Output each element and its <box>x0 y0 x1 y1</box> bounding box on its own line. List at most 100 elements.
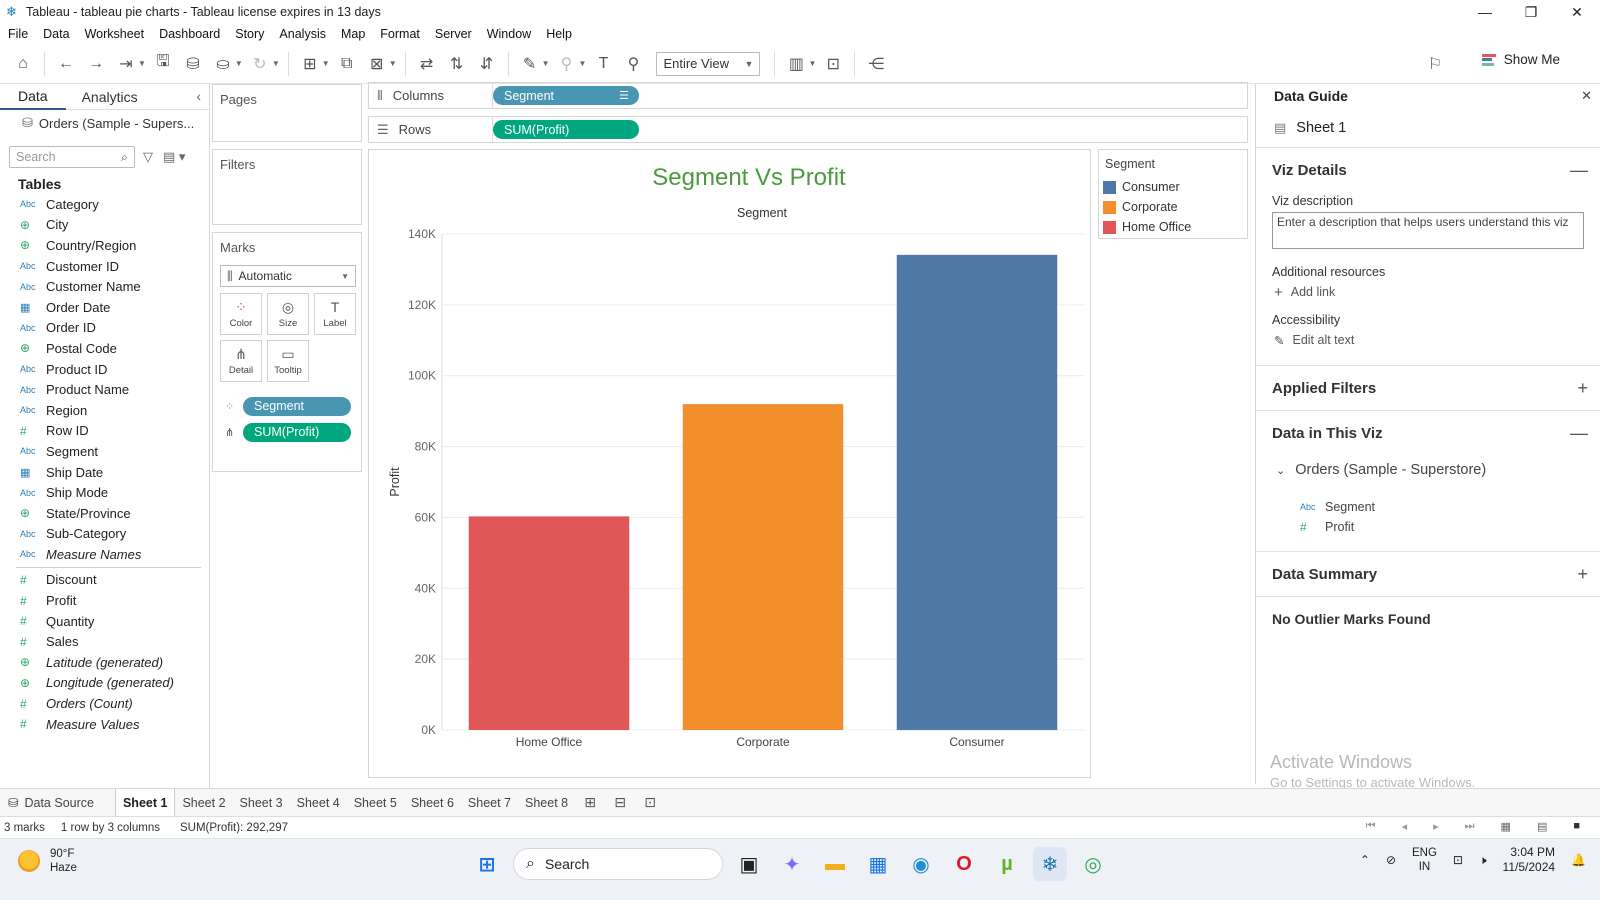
add-link-button[interactable]: + Add link <box>1256 279 1600 305</box>
minimize-icon[interactable]: — <box>1462 0 1508 24</box>
rows-shelf[interactable]: ☰ Rows SUM(Profit) <box>368 116 1248 143</box>
columns-shelf[interactable]: ⦀ Columns Segment ☰ <box>368 82 1248 109</box>
redo-icon[interactable]: → <box>83 51 109 77</box>
legend-item[interactable]: Home Office <box>1099 217 1247 237</box>
field-item[interactable]: # Sales <box>0 631 209 652</box>
field-item[interactable]: # Row ID <box>0 421 209 442</box>
refresh-icon[interactable]: ↻ <box>247 51 273 77</box>
field-item[interactable]: Abc Order ID <box>0 318 209 339</box>
field-item[interactable]: ⊕ State/Province <box>0 503 209 524</box>
show-me-button[interactable]: Show Me <box>1481 52 1560 67</box>
field-item[interactable]: Abc Measure Names <box>0 544 209 565</box>
data-in-viz-header[interactable]: Data in This Viz — <box>1256 411 1600 455</box>
network-icon[interactable]: ⊘ <box>1386 853 1396 867</box>
viz-details-header[interactable]: Viz Details — <box>1256 148 1600 192</box>
new-worksheet-icon[interactable]: ⊞ <box>575 789 605 817</box>
field-item[interactable]: Abc Product Name <box>0 379 209 400</box>
pause-updates-icon[interactable]: ⛀ <box>210 51 236 77</box>
field-item[interactable]: # Measure Values <box>0 714 209 735</box>
fix-axes-icon[interactable]: ⚲ <box>620 51 646 77</box>
dropdown-arrow-icon[interactable]: ▼ <box>235 59 243 68</box>
tabs-icon[interactable]: ■ <box>1573 820 1580 833</box>
fit-view-select[interactable]: Entire View ▼ <box>656 51 761 76</box>
field-item[interactable]: Abc Segment <box>0 441 209 462</box>
close-icon[interactable]: ✕ <box>1554 0 1600 24</box>
expand-icon[interactable]: + <box>1577 564 1588 585</box>
task-view-icon[interactable]: ▣ <box>732 847 766 881</box>
store-icon[interactable]: ▦ <box>861 847 895 881</box>
windows-start-icon[interactable]: ⊞ <box>470 847 504 881</box>
close-icon[interactable]: ✕ <box>1581 88 1592 104</box>
dropdown-arrow-icon[interactable]: ▼ <box>389 59 397 68</box>
menu-file[interactable]: File <box>0 27 35 41</box>
edge-icon[interactable]: ◉ <box>904 847 938 881</box>
sheet-tab-7[interactable]: Sheet 7 <box>461 789 518 817</box>
new-datasource-icon[interactable]: ⛁ <box>180 51 206 77</box>
copilot-icon[interactable]: ✦ <box>775 847 809 881</box>
mark-type-select[interactable]: ⫼ Automatic ▼ <box>220 265 356 287</box>
last-sheet-icon[interactable]: ⏭ <box>1465 820 1475 833</box>
field-item[interactable]: # Profit <box>0 590 209 611</box>
swap-rows-columns-icon[interactable]: ⇄ <box>414 51 440 77</box>
rows-profit-pill[interactable]: SUM(Profit) <box>493 120 639 139</box>
volume-icon[interactable]: 🕨 <box>1479 853 1487 868</box>
viz-description-field[interactable]: Enter a description that helps users und… <box>1272 212 1584 249</box>
notification-bell-icon[interactable]: 🔔 <box>1571 853 1586 867</box>
filmstrip-icon[interactable]: ▤ <box>1537 820 1547 833</box>
replay-icon[interactable]: ⇥ <box>113 51 139 77</box>
dropdown-arrow-icon[interactable]: ▼ <box>322 59 330 68</box>
legend-item[interactable]: Corporate <box>1099 197 1247 217</box>
columns-segment-pill[interactable]: Segment ☰ <box>493 86 639 105</box>
opera-icon[interactable]: O <box>947 847 981 881</box>
presentation-mode-icon[interactable]: ⊡ <box>820 51 846 77</box>
dropdown-arrow-icon[interactable]: ▼ <box>272 59 280 68</box>
sheet-tab-2[interactable]: Sheet 2 <box>175 789 232 817</box>
sheet-tab-1[interactable]: Sheet 1 <box>114 788 176 817</box>
chevron-up-icon[interactable]: ⌃ <box>1360 853 1370 867</box>
show-cards-icon[interactable]: ▥ <box>783 51 809 77</box>
sheet-tab-6[interactable]: Sheet 6 <box>404 789 461 817</box>
size-button[interactable]: ◎ Size <box>267 293 309 335</box>
field-item[interactable]: Abc Customer Name <box>0 276 209 297</box>
menu-map[interactable]: Map <box>333 27 372 41</box>
sort-descending-icon[interactable]: ⇵ <box>474 51 500 77</box>
menu-worksheet[interactable]: Worksheet <box>77 27 152 41</box>
file-explorer-icon[interactable]: ▬ <box>818 847 852 881</box>
share-icon[interactable]: ⋲ <box>863 51 889 77</box>
chrome-icon[interactable]: ◎ <box>1076 847 1110 881</box>
display-icon[interactable]: ⊡ <box>1453 853 1463 867</box>
duplicate-sheet-icon[interactable]: ⧉ <box>334 51 360 77</box>
highlight-icon[interactable]: ✎ <box>517 51 543 77</box>
group-members-icon[interactable]: ⚲ <box>554 51 580 77</box>
clock[interactable]: 3:04 PM 11/5/2024 <box>1503 845 1556 875</box>
utorrent-icon[interactable]: µ <box>990 847 1024 881</box>
menu-analysis[interactable]: Analysis <box>271 27 333 41</box>
field-item[interactable]: Abc Region <box>0 400 209 421</box>
segment-marks-pill[interactable]: Segment <box>243 396 351 416</box>
first-sheet-icon[interactable]: ⏮ <box>1366 820 1376 833</box>
sheet-tab-4[interactable]: Sheet 4 <box>290 789 347 817</box>
datasource-item[interactable]: ⛁ Orders (Sample - Supers... <box>0 110 209 136</box>
label-button[interactable]: T Label <box>314 293 356 335</box>
field-item[interactable]: ⊕ City <box>0 215 209 236</box>
clear-sheet-icon[interactable]: ⊠ <box>364 51 390 77</box>
dropdown-arrow-icon[interactable]: ▼ <box>542 59 550 68</box>
menu-window[interactable]: Window <box>479 27 538 41</box>
menu-server[interactable]: Server <box>427 27 479 41</box>
field-item[interactable]: Abc Category <box>0 194 209 215</box>
dropdown-arrow-icon[interactable]: ▼ <box>138 59 146 68</box>
dropdown-arrow-icon[interactable]: ▼ <box>808 59 816 68</box>
detail-button[interactable]: ⋔ Detail <box>220 340 262 382</box>
color-button[interactable]: ⁘ Color <box>220 293 262 335</box>
field-item[interactable]: Abc Product ID <box>0 359 209 380</box>
data-guide-icon[interactable]: ⚐ <box>1422 51 1448 77</box>
field-item[interactable]: ▦ Order Date <box>0 297 209 318</box>
menu-story[interactable]: Story <box>227 27 271 41</box>
collapse-icon[interactable]: — <box>1570 160 1588 181</box>
view-options-icon[interactable]: ▤ ▾ <box>163 149 185 165</box>
field-item[interactable]: ⊕ Postal Code <box>0 338 209 359</box>
filters-card[interactable]: Filters <box>212 149 362 225</box>
tab-data[interactable]: Data <box>0 84 66 110</box>
data-summary-header[interactable]: Data Summary + <box>1256 552 1600 596</box>
applied-filters-header[interactable]: Applied Filters + <box>1256 366 1600 410</box>
